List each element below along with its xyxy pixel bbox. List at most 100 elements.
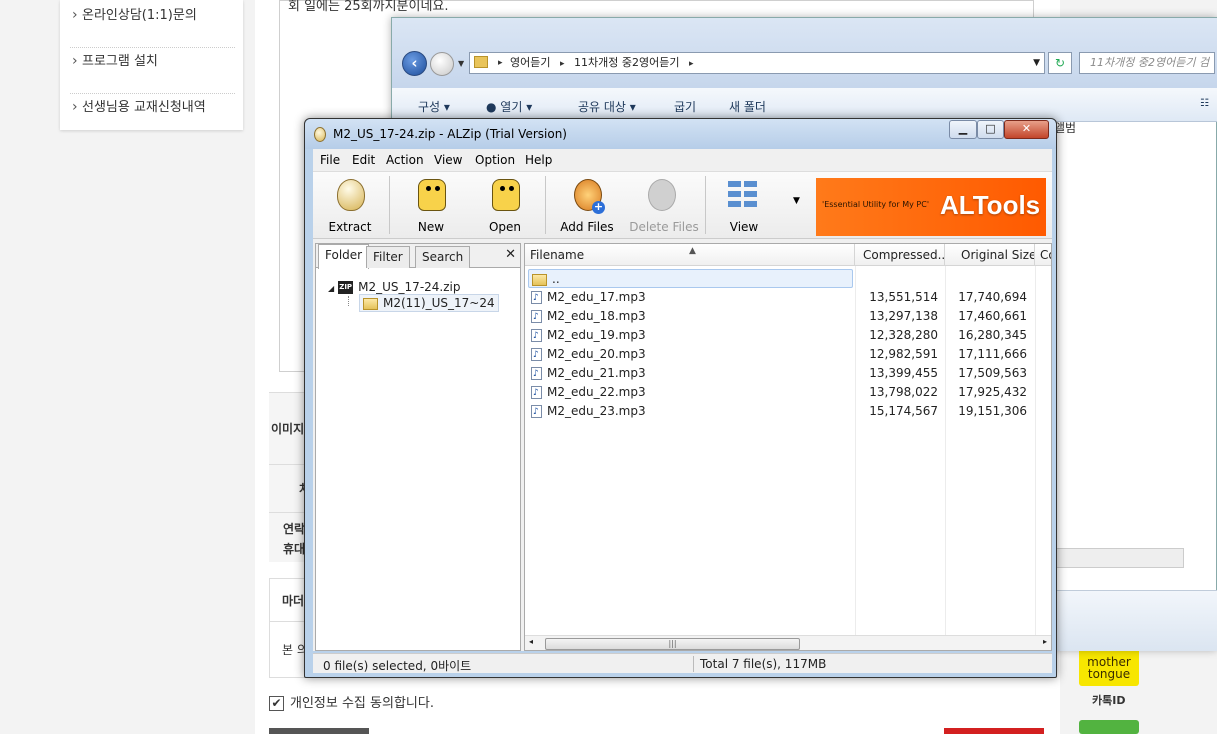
mother-tongue-logo[interactable]: mother tongue [1079,646,1139,686]
close-button[interactable]: ✕ [1004,120,1049,139]
new-button[interactable]: New [396,172,466,238]
history-dropdown-icon[interactable]: ▼ [458,59,464,68]
green-badge-icon[interactable] [1079,720,1139,734]
explorer-scrollbar[interactable] [1052,548,1184,568]
file-row[interactable]: M2_edu_20.mp3 12,982,591 17,111,666 [525,345,1051,365]
tree-collapse-icon[interactable]: ◢ [328,284,334,293]
kakao-id-label: 카톡ID [1092,694,1126,707]
mp3-file-icon [531,289,542,308]
file-row[interactable]: M2_edu_22.mp3 13,798,022 17,925,432 [525,383,1051,403]
banner-brand: ALTools [940,190,1041,220]
alzip-window: M2_US_17-24.zip - ALZip (Trial Version) … [304,118,1057,678]
file-name: M2_edu_17.mp3 [531,288,646,308]
forward-arrow-icon[interactable] [430,52,454,76]
alzip-status-bar: 0 file(s) selected, 0바이트 Total 7 file(s)… [313,653,1052,673]
red-button[interactable] [944,728,1044,734]
file-compressed-size: 15,174,567 [869,404,938,418]
share-button[interactable]: 공유 대상 ▾ [578,98,636,115]
breadcrumb-item[interactable]: 11차개정 중2영어듣기 [574,56,679,69]
mp3-file-icon [531,365,542,384]
view-options-icon[interactable]: ☷ [1200,98,1209,109]
altools-banner[interactable]: 'Essential Utility for My PC' ALTools [816,178,1046,236]
message-text: 회 일에는 25회까지분이네요. [288,0,449,14]
organize-button[interactable]: 구성 ▾ [418,98,450,115]
back-arrow-icon[interactable]: ‹ [402,51,427,76]
parent-folder-row[interactable]: .. [528,269,853,288]
menu-file[interactable]: File [320,153,340,167]
penguin-new-icon [418,179,446,211]
sidebar-item-teacher-orders[interactable]: 선생님용 교재신청내역 [70,93,235,140]
menu-option[interactable]: Option [475,153,515,167]
address-bar[interactable]: ▸ 영어듣기 ▸ 11차개정 중2영어듣기 ▸ ▼ [469,52,1045,74]
form-label-place: 처 [269,464,310,512]
view-button[interactable]: View [709,172,779,238]
explorer-search-input[interactable]: 11차개정 중2영어듣기 검 [1079,52,1215,74]
breadcrumb-item[interactable]: 영어듣기 [510,56,550,69]
extract-button[interactable]: Extract [315,172,385,238]
file-original-size: 19,151,306 [958,404,1027,418]
mp3-file-icon [531,384,542,403]
alzip-titlebar[interactable]: M2_US_17-24.zip - ALZip (Trial Version) … [305,119,1056,149]
status-total: Total 7 file(s), 117MB [700,657,827,671]
view-dropdown-icon[interactable]: ▼ [793,196,800,206]
menu-view[interactable]: View [434,153,462,167]
address-dropdown-icon[interactable]: ▼ [1033,53,1040,73]
column-filename[interactable]: Filename ▲ [525,244,855,266]
sidebar-item-label: 선생님용 교재신청내역 [82,100,206,115]
panel-tabs: Folder Filter Search ✕ [316,244,520,269]
file-compressed-size: 13,798,022 [869,385,938,399]
scrollbar-thumb[interactable]: ||| [545,638,800,650]
open-button[interactable]: ● 열기 ▾ [486,98,532,115]
file-row[interactable]: M2_edu_17.mp3 13,551,514 17,740,694 [525,288,1051,308]
tab-filter[interactable]: Filter [366,246,410,268]
close-panel-icon[interactable]: ✕ [505,247,516,262]
file-row[interactable]: M2_edu_23.mp3 15,174,567 19,151,306 [525,402,1051,422]
view-grid-icon [728,181,758,209]
menu-help[interactable]: Help [525,153,552,167]
file-row[interactable]: M2_edu_19.mp3 12,328,280 16,280,345 [525,326,1051,346]
tree-folder[interactable]: M2(11)_US_17~24 [359,294,499,312]
mp3-file-icon [531,308,542,327]
file-original-size: 17,740,694 [958,290,1027,304]
scroll-left-icon[interactable]: ◂ [529,637,533,646]
penguin-open-icon [492,179,520,211]
form-label-contact: 연락 휴대 [269,512,309,562]
delete-files-button[interactable]: Delete Files [626,172,702,238]
sort-ascending-icon: ▲ [689,246,696,256]
minimize-button[interactable]: ▁ [949,120,977,139]
new-folder-button[interactable]: 새 폴더 [729,98,766,115]
tab-folder[interactable]: Folder [318,244,370,269]
menu-edit[interactable]: Edit [352,153,375,167]
file-row[interactable]: M2_edu_21.mp3 13,399,455 17,509,563 [525,364,1051,384]
file-compressed-size: 13,551,514 [869,290,938,304]
folder-icon [363,297,378,310]
menu-action[interactable]: Action [386,153,424,167]
horizontal-scrollbar[interactable]: ◂ ||| ▸ [525,635,1051,650]
sidebar-item-program-install[interactable]: 프로그램 설치 [70,47,235,94]
column-compressed[interactable]: Compressed... [855,244,945,266]
file-original-size: 17,509,563 [958,366,1027,380]
folder-icon [532,273,547,286]
file-row[interactable]: M2_edu_18.mp3 13,297,138 17,460,661 [525,307,1051,327]
file-compressed-size: 12,328,280 [869,328,938,342]
tab-search[interactable]: Search [415,246,471,268]
privacy-checkbox[interactable]: ✔ [269,696,284,711]
sidebar-item-online-consult[interactable]: 온라인상담(1:1)문의 [70,1,235,48]
scroll-right-icon[interactable]: ▸ [1043,637,1047,646]
add-files-button[interactable]: Add Files [552,172,622,238]
column-co[interactable]: Co [1035,244,1051,266]
mp3-file-icon [531,327,542,346]
file-original-size: 17,925,432 [958,385,1027,399]
mp3-file-icon [531,346,542,365]
file-compressed-size: 12,982,591 [869,347,938,361]
album-column-header[interactable]: 앨범 [1054,119,1076,136]
burn-button[interactable]: 굽기 [674,98,696,115]
tree-root[interactable]: ◢ ZIP M2_US_17-24.zip [328,280,460,294]
column-original-size[interactable]: Original Size [945,244,1035,266]
refresh-icon[interactable]: ↻ [1048,52,1072,74]
privacy-agree[interactable]: ✔ 개인정보 수집 동의합니다. [269,692,434,711]
dark-button[interactable] [269,728,369,734]
file-name: M2_edu_19.mp3 [531,326,646,346]
maximize-button[interactable]: □ [977,120,1004,139]
open-button[interactable]: Open [470,172,540,238]
